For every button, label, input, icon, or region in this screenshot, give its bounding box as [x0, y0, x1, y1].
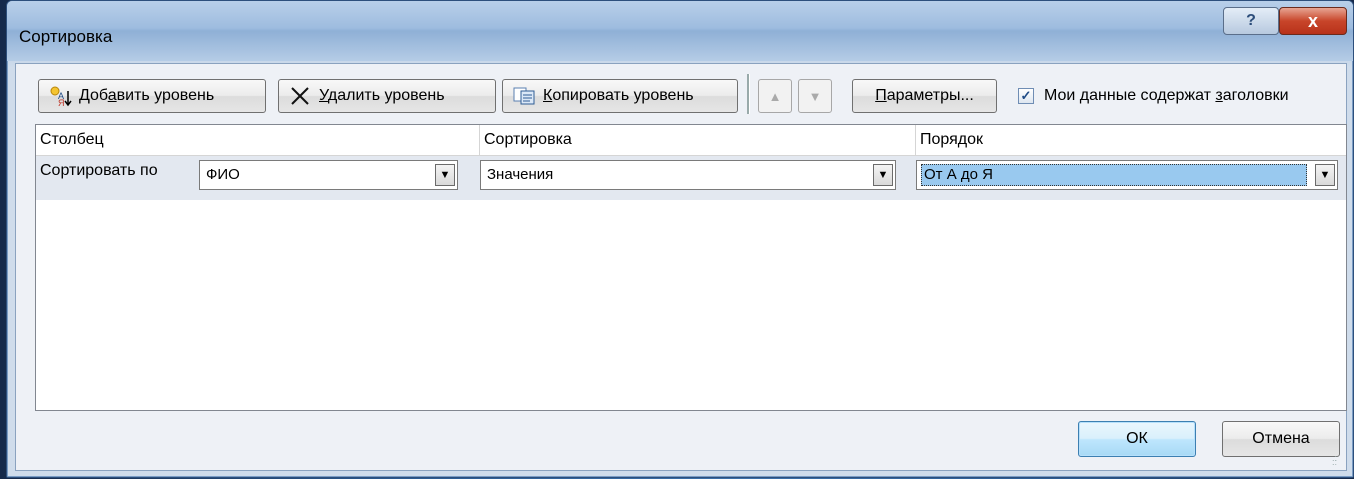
copy-level-button[interactable]: Копировать уровень — [502, 79, 738, 113]
dialog-title: Сортировка — [19, 27, 113, 46]
help-icon: ? — [1246, 12, 1256, 29]
add-level-label: Добавить уровень — [79, 87, 215, 104]
column-select[interactable]: ФИО ▼ — [199, 160, 458, 190]
sort-levels-grid: Столбец Сортировка Порядок Сортировать п… — [35, 124, 1347, 411]
order-select-value: От А до Я — [921, 164, 1307, 186]
svg-text:Я: Я — [58, 98, 65, 107]
column-select-value: ФИО — [206, 166, 240, 183]
headers-checkbox-control[interactable]: ✓ Мои данные содержат заголовки — [1018, 87, 1289, 105]
headers-checkbox-label: Мои данные содержат заголовки — [1044, 87, 1289, 104]
sort-on-select[interactable]: Значения ▼ — [480, 160, 896, 190]
close-button[interactable]: x — [1279, 7, 1347, 35]
sort-on-select-value: Значения — [487, 166, 554, 183]
order-select[interactable]: От А до Я ▼ — [916, 160, 1338, 190]
options-label: Параметры... — [875, 87, 974, 104]
sort-level-row[interactable]: Сортировать по ФИО ▼ Значения ▼ От А до … — [36, 156, 1346, 200]
column-header-column: Столбец — [36, 125, 480, 155]
options-button[interactable]: Параметры... — [852, 79, 997, 113]
column-header-sort-on: Сортировка — [480, 125, 916, 155]
dialog-body: A Я Добавить уровень Удалить уровень Коп… — [15, 63, 1347, 471]
sort-dialog: Сортировка ? x A Я Добавить уровень Удал… — [6, 0, 1354, 478]
cancel-button[interactable]: Отмена — [1222, 421, 1340, 457]
headers-checkbox[interactable]: ✓ — [1018, 88, 1034, 104]
toolbar-separator — [747, 74, 750, 114]
checkmark-icon: ✓ — [1020, 88, 1032, 103]
copy-icon — [511, 85, 537, 107]
row-label: Сортировать по — [40, 162, 158, 179]
sort-add-icon: A Я — [47, 85, 73, 107]
arrow-up-icon: ▲ — [768, 88, 782, 104]
resize-grip-icon[interactable]: .:.: — [1332, 454, 1344, 468]
add-level-button[interactable]: A Я Добавить уровень — [38, 79, 266, 113]
delete-level-label: Удалить уровень — [319, 87, 445, 104]
title-bar: Сортировка ? x — [7, 1, 1353, 61]
arrow-down-icon: ▼ — [808, 88, 822, 104]
chevron-down-icon[interactable]: ▼ — [435, 164, 455, 186]
delete-x-icon — [287, 85, 313, 107]
chevron-down-icon[interactable]: ▼ — [1315, 164, 1335, 186]
help-button[interactable]: ? — [1223, 7, 1279, 35]
move-down-button[interactable]: ▼ — [798, 79, 832, 113]
column-header-order: Порядок — [920, 131, 984, 148]
delete-level-button[interactable]: Удалить уровень — [278, 79, 496, 113]
move-up-button[interactable]: ▲ — [758, 79, 792, 113]
chevron-down-icon[interactable]: ▼ — [873, 164, 893, 186]
ok-button[interactable]: ОК — [1078, 421, 1196, 457]
close-icon: x — [1307, 10, 1318, 31]
copy-level-label: Копировать уровень — [543, 87, 694, 104]
grid-header: Столбец Сортировка Порядок — [36, 125, 1346, 156]
toolbar: A Я Добавить уровень Удалить уровень Коп… — [16, 64, 1346, 122]
